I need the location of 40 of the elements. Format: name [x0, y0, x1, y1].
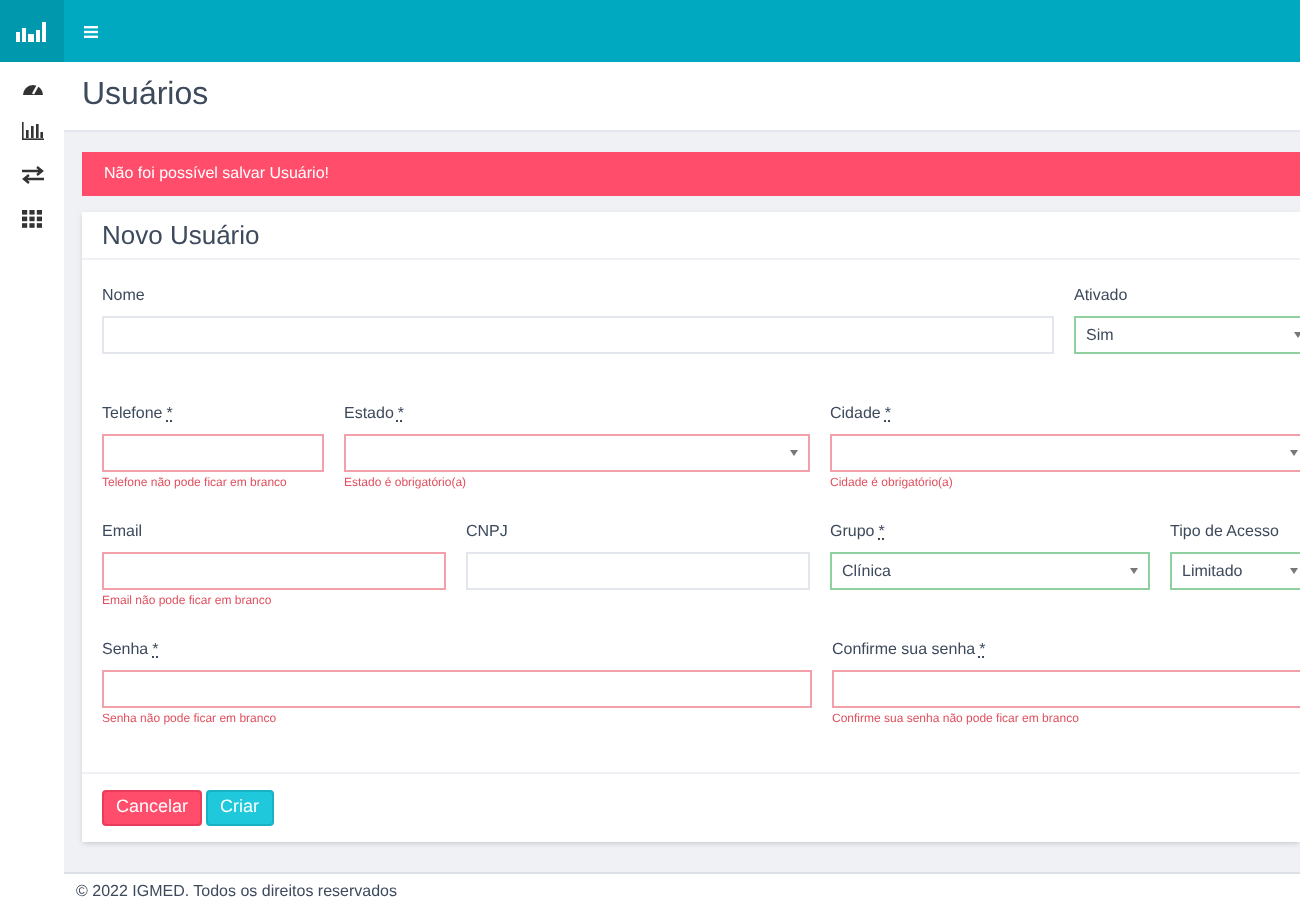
required-mark: * [152, 638, 159, 662]
required-mark: * [884, 402, 891, 426]
input-field[interactable] [102, 434, 324, 472]
field-label: Telefone [102, 402, 163, 426]
footer-text: © 2022 IGMED. Todos os direitos reservados [76, 884, 397, 900]
field-label: Grupo [830, 520, 875, 544]
exchange-arrows-icon[interactable] [21, 166, 43, 184]
caret-icon [1130, 568, 1138, 574]
select-field[interactable] [830, 434, 1300, 472]
select-field[interactable]: Limitado [1170, 552, 1300, 590]
menu-icon[interactable] [84, 25, 98, 37]
select-field[interactable] [344, 434, 810, 472]
bar-chart-icon[interactable] [21, 122, 43, 140]
logo-icon [16, 21, 48, 41]
caret-icon [1290, 450, 1298, 456]
input-field[interactable] [832, 670, 1300, 708]
caret-icon [1290, 568, 1298, 574]
field-label: Senha [102, 638, 149, 662]
field-label: Cidade [830, 402, 881, 426]
required-mark: * [166, 402, 173, 426]
page-title: Usuários [82, 76, 209, 116]
field-label: Email [102, 520, 143, 544]
caret-icon [1294, 332, 1300, 338]
field-label: Estado [344, 402, 394, 426]
input-field[interactable] [102, 552, 446, 590]
field-label: Tipo de Acesso [1170, 520, 1279, 544]
required-mark: * [878, 520, 885, 544]
card-title: Novo Usuário [102, 217, 260, 254]
grid-icon[interactable] [22, 210, 42, 228]
field-label: CNPJ [466, 520, 508, 544]
select-field[interactable]: Sim [1074, 316, 1300, 354]
input-field[interactable] [102, 670, 812, 708]
required-mark: * [979, 638, 986, 662]
select-field[interactable]: Clínica [830, 552, 1150, 590]
field-label: Confirme sua senha [832, 638, 976, 662]
field-label: Ativado [1074, 284, 1128, 308]
error-alert: Não foi possível salvar Usuário! [82, 152, 1300, 196]
required-mark: * [397, 402, 405, 426]
field-label: Nome [102, 284, 145, 308]
caret-icon [790, 450, 798, 456]
